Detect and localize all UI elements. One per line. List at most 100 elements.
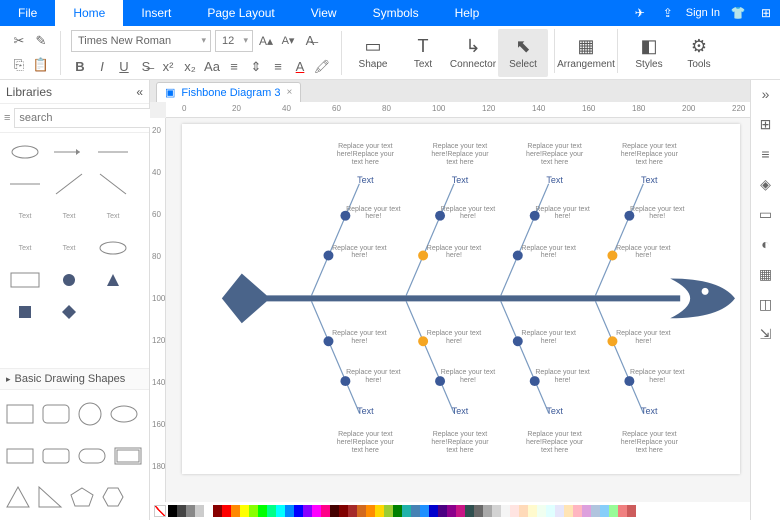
styles-button[interactable]: ◧Styles <box>624 29 674 77</box>
color-swatch[interactable] <box>456 505 465 517</box>
menu-help[interactable]: Help <box>437 0 498 26</box>
shape-triangle[interactable] <box>6 486 30 508</box>
shape-line2[interactable] <box>6 171 44 197</box>
color-swatch[interactable] <box>222 505 231 517</box>
bone-label[interactable]: Text <box>425 406 495 416</box>
color-swatch[interactable] <box>429 505 438 517</box>
color-swatch[interactable] <box>528 505 537 517</box>
color-swatch[interactable] <box>627 505 636 517</box>
bone-label[interactable]: Text <box>614 406 684 416</box>
color-swatch[interactable] <box>312 505 321 517</box>
color-swatch[interactable] <box>393 505 402 517</box>
color-swatch[interactable] <box>267 505 276 517</box>
menu-file[interactable]: File <box>0 0 55 26</box>
color-swatch[interactable] <box>357 505 366 517</box>
color-swatch[interactable] <box>168 505 177 517</box>
shape-line[interactable] <box>94 139 132 165</box>
color-swatch[interactable] <box>294 505 303 517</box>
color-swatch[interactable] <box>420 505 429 517</box>
image-icon[interactable]: ▦ <box>756 264 776 284</box>
color-swatch[interactable] <box>375 505 384 517</box>
clear-format-icon[interactable]: A̶ <box>301 32 319 50</box>
color-swatch[interactable] <box>519 505 528 517</box>
bold-icon[interactable]: B <box>71 58 89 76</box>
highlight-icon[interactable]: 🖍 <box>313 58 331 76</box>
shape-oval2[interactable] <box>110 405 138 423</box>
color-swatch[interactable] <box>609 505 618 517</box>
share-icon[interactable]: ⇪ <box>658 0 678 26</box>
bone-head-label[interactable]: Replace your text here!Replace your text… <box>335 143 395 166</box>
bone-sub-label[interactable]: Replace your text here! <box>343 206 403 221</box>
color-swatch[interactable] <box>213 505 222 517</box>
collapse-icon[interactable]: « <box>136 85 143 99</box>
color-swatch[interactable] <box>501 505 510 517</box>
lineheight-icon[interactable]: ⇕ <box>247 58 265 76</box>
color-swatch[interactable] <box>177 505 186 517</box>
color-swatch[interactable] <box>474 505 483 517</box>
select-button[interactable]: ⬉Select <box>498 29 548 77</box>
bone-sub-label[interactable]: Replace your text here! <box>627 369 687 384</box>
color-swatch[interactable] <box>366 505 375 517</box>
bone-sub-label[interactable]: Replace your text here! <box>519 245 579 260</box>
color-swatch[interactable] <box>492 505 501 517</box>
bone-label[interactable]: Text <box>520 406 590 416</box>
shape-textlabel2[interactable]: Text <box>50 203 88 229</box>
canvas[interactable]: TextReplace your text here!Replace your … <box>166 118 750 502</box>
shape-button[interactable]: ▭Shape <box>348 29 398 77</box>
menu-icon[interactable]: ≡ <box>4 112 10 124</box>
color-swatch[interactable] <box>573 505 582 517</box>
color-swatch[interactable] <box>249 505 258 517</box>
shape-circle-solid[interactable] <box>50 267 88 293</box>
color-swatch[interactable] <box>339 505 348 517</box>
document-tab[interactable]: ▣ Fishbone Diagram 3 × <box>156 82 301 102</box>
bone-sub-label[interactable]: Replace your text here! <box>438 206 498 221</box>
bone-sub-label[interactable]: Replace your text here! <box>438 369 498 384</box>
underline-icon[interactable]: U <box>115 58 133 76</box>
color-swatch[interactable] <box>618 505 627 517</box>
bullets-icon[interactable]: ≡ <box>225 58 243 76</box>
copy-icon[interactable]: ⎘ <box>10 56 28 74</box>
color-swatch[interactable] <box>537 505 546 517</box>
bone-sub-label[interactable]: Replace your text here! <box>627 206 687 221</box>
bone-sub-label[interactable]: Replace your text here! <box>329 330 389 345</box>
shape-roundrect[interactable] <box>42 404 70 424</box>
align-icon[interactable]: ≡ <box>269 58 287 76</box>
color-swatch[interactable] <box>330 505 339 517</box>
shape-rtriangle[interactable] <box>38 486 62 508</box>
case-icon[interactable]: Aa <box>203 58 221 76</box>
nocolor-icon[interactable] <box>154 505 166 517</box>
paste-icon[interactable]: 📋 <box>32 56 50 74</box>
shape-square-solid[interactable] <box>6 299 44 325</box>
bone-label[interactable]: Text <box>520 175 590 185</box>
menu-home[interactable]: Home <box>55 0 123 26</box>
superscript-icon[interactable]: x² <box>159 58 177 76</box>
tools-button[interactable]: ⚙Tools <box>674 29 724 77</box>
color-swatch[interactable] <box>186 505 195 517</box>
sign-in[interactable]: Sign In <box>686 0 720 26</box>
bone-sub-label[interactable]: Replace your text here! <box>519 330 579 345</box>
color-swatch[interactable] <box>240 505 249 517</box>
bone-label[interactable]: Text <box>330 175 400 185</box>
color-swatch[interactable] <box>600 505 609 517</box>
color-swatch[interactable] <box>402 505 411 517</box>
increase-font-icon[interactable]: A▴ <box>257 32 275 50</box>
shape-textlabel4[interactable]: Text <box>6 235 44 261</box>
color-swatch[interactable] <box>510 505 519 517</box>
color-swatch[interactable] <box>546 505 555 517</box>
apps-icon[interactable]: ⊞ <box>756 0 776 26</box>
theme-icon[interactable]: ◐ <box>756 234 776 254</box>
shape-doublerect[interactable] <box>114 447 142 465</box>
shape-oval[interactable] <box>94 235 132 261</box>
grid-icon[interactable]: ⊞ <box>756 114 776 134</box>
bone-sub-label[interactable]: Replace your text here! <box>533 206 593 221</box>
color-swatch[interactable] <box>195 505 204 517</box>
color-swatch[interactable] <box>411 505 420 517</box>
bone-head-label[interactable]: Replace your text here!Replace your text… <box>525 431 585 454</box>
color-swatch[interactable] <box>258 505 267 517</box>
cut-icon[interactable]: ✂ <box>10 32 28 50</box>
shape-ellipse[interactable] <box>6 139 44 165</box>
color-swatch[interactable] <box>438 505 447 517</box>
bone-label[interactable]: Text <box>330 406 400 416</box>
bone-head-label[interactable]: Replace your text here!Replace your text… <box>430 431 490 454</box>
shape-roundrect2[interactable] <box>42 448 70 464</box>
